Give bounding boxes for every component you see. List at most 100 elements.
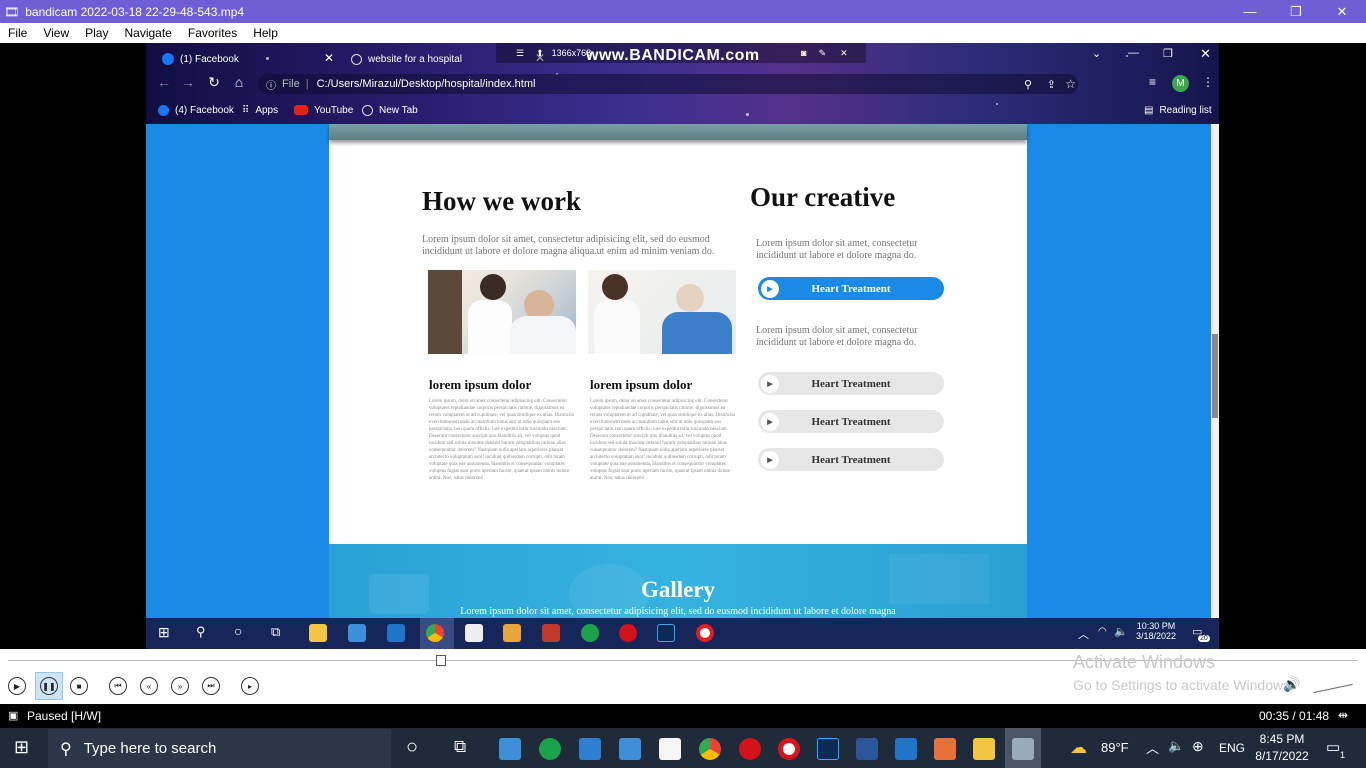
volume-icon[interactable]: 🔊 [1283, 676, 1300, 693]
avatar[interactable]: M [1172, 75, 1189, 92]
file-explorer-icon[interactable] [973, 738, 995, 760]
back-icon[interactable]: ← [154, 74, 174, 90]
play-circle-icon: ▶ [761, 279, 779, 298]
network-globe-icon[interactable]: ⊕ [1192, 738, 1204, 755]
card2-title: lorem ipsum dolor [590, 377, 693, 392]
menu-navigate[interactable]: Navigate [124, 26, 171, 40]
store-icon[interactable] [579, 738, 601, 760]
address-bar[interactable]: ⓘ File | C:/Users/Mirazul/Desktop/hospit… [258, 74, 1078, 94]
seek-handle[interactable] [436, 655, 446, 666]
bandicam-icon [696, 624, 714, 642]
minimize-button[interactable]: — [1227, 0, 1273, 23]
rewind-button[interactable]: « [140, 677, 158, 695]
store-icon [348, 624, 366, 642]
bookmark-newtab[interactable]: New Tab [362, 102, 418, 118]
bookmark-youtube[interactable]: YouTube [294, 102, 353, 118]
heart-treatment-button[interactable]: ▶ Heart Treatment [758, 448, 944, 471]
notepad-icon[interactable] [659, 738, 681, 760]
clock-time: 8:45 PM [1259, 732, 1305, 746]
bandicam-icon[interactable] [778, 738, 800, 760]
address-prefix: File [282, 78, 300, 90]
weather-icon[interactable]: ☁ [1070, 738, 1087, 758]
tab-label: (1) Facebook [180, 53, 239, 65]
search-icon: ⚲ [60, 740, 72, 758]
system-clock[interactable]: 8:45 PM 8/17/2022 [1252, 731, 1312, 765]
edge-icon[interactable] [539, 738, 561, 760]
vscode-icon[interactable] [895, 738, 917, 760]
close-icon[interactable]: ✕ [1200, 46, 1211, 62]
chrome-icon[interactable] [699, 738, 721, 760]
pc-app-icon[interactable] [499, 738, 521, 760]
cortana-icon[interactable]: ○ [406, 736, 418, 759]
close-icon: ✕ [840, 47, 848, 58]
stop-button[interactable]: ■ [70, 677, 88, 695]
menu-file[interactable]: File [8, 26, 27, 40]
doctor-photo-2 [588, 270, 736, 354]
scrollbar-thumb[interactable] [1212, 334, 1218, 418]
recorded-clock-time: 10:30 PM [1136, 621, 1176, 631]
heart-treatment-label: Heart Treatment [811, 282, 891, 295]
menu-favorites[interactable]: Favorites [188, 26, 237, 40]
taskbar-search-box[interactable]: ⚲ Type here to search [48, 729, 391, 768]
globe-icon [362, 104, 373, 116]
heart-treatment-button-active[interactable]: ▶ Heart Treatment [758, 277, 944, 300]
minimize-icon[interactable]: — [1128, 47, 1139, 59]
player-status: Paused [H/W] [27, 709, 102, 723]
share-icon[interactable]: ⇪ [1047, 78, 1056, 91]
next-button[interactable]: ⏭ [202, 677, 220, 695]
menu-help[interactable]: Help [253, 26, 278, 40]
weather-temp[interactable]: 89°F [1101, 740, 1129, 755]
menu-view[interactable]: View [43, 26, 69, 40]
youtube-icon [294, 105, 308, 115]
fullscreen-icon[interactable]: ⇹ [1338, 708, 1348, 722]
frame-step-button[interactable]: ▸ [241, 677, 259, 695]
volume-icon[interactable]: 🔈 [1168, 738, 1184, 754]
play-button[interactable]: ▶ [8, 677, 26, 695]
previous-button[interactable]: ⏮ [109, 677, 127, 695]
opera-icon[interactable] [739, 738, 761, 760]
media-player-icon[interactable] [1012, 738, 1034, 760]
heart-treatment-button[interactable]: ▶ Heart Treatment [758, 372, 944, 395]
maximize-icon[interactable]: ❐ [1163, 47, 1173, 60]
zoom-icon[interactable]: ⚲ [1024, 78, 1032, 91]
how-we-work-text: Lorem ipsum dolor sit amet, consectetur … [422, 234, 715, 257]
word-icon[interactable] [856, 738, 878, 760]
task-view-icon[interactable]: ⧉ [454, 737, 466, 757]
chevron-down-icon[interactable]: ⌄ [1092, 47, 1101, 60]
tab-hospital[interactable]: website for a hospital [351, 47, 491, 71]
facebook-icon [158, 104, 169, 116]
language-indicator[interactable]: ENG [1219, 741, 1245, 755]
forward-icon[interactable]: → [178, 74, 198, 90]
bookmark-label: Apps [255, 104, 279, 116]
tab-close-icon[interactable]: ✕ [324, 51, 334, 65]
address-text: C:/Users/Mirazul/Desktop/hospital/index.… [316, 78, 536, 90]
chevron-up-icon[interactable]: ︿ [1146, 738, 1159, 757]
app-icon[interactable] [934, 738, 956, 760]
bookmark-facebook[interactable]: (4) Facebook [158, 102, 234, 118]
reload-icon[interactable]: ↻ [204, 74, 224, 91]
photoshop-icon[interactable] [817, 738, 839, 760]
pause-button[interactable]: ❚❚ [40, 677, 58, 695]
windows-start-icon[interactable]: ⊞ [14, 737, 29, 758]
windows-start-icon: ⊞ [158, 624, 170, 640]
menu-play[interactable]: Play [85, 26, 108, 40]
card2-text: Lorem ipsum, dolor sit amet consectetur … [590, 399, 736, 481]
tab-facebook[interactable]: (1) Facebook [162, 47, 332, 71]
heart-treatment-button[interactable]: ▶ Heart Treatment [758, 410, 944, 433]
home-icon[interactable]: ⌂ [229, 74, 249, 90]
star-icon[interactable]: ☆ [1065, 77, 1076, 91]
play-circle-icon: ▶ [761, 374, 779, 393]
player-time: 00:35 / 01:48 [1259, 709, 1330, 723]
card1-text: Lorem ipsum, dolor sit amet consectetur … [429, 399, 575, 481]
activate-windows-title: Activate Windows [1073, 652, 1216, 672]
bookmark-apps[interactable]: ⠿ Apps [242, 102, 278, 118]
reading-list[interactable]: ▤ Reading list [1144, 102, 1212, 118]
notification-icon[interactable]: ▭ [1326, 738, 1340, 756]
forward-button[interactable]: » [171, 677, 189, 695]
media-icon[interactable]: ≡ [1149, 75, 1156, 89]
more-icon[interactable]: ⋮ [1202, 75, 1214, 89]
close-button[interactable]: ✕ [1319, 0, 1365, 23]
mail-icon[interactable] [619, 738, 641, 760]
bookmark-label: (4) Facebook [175, 104, 234, 116]
restore-button[interactable]: ❐ [1273, 0, 1319, 23]
